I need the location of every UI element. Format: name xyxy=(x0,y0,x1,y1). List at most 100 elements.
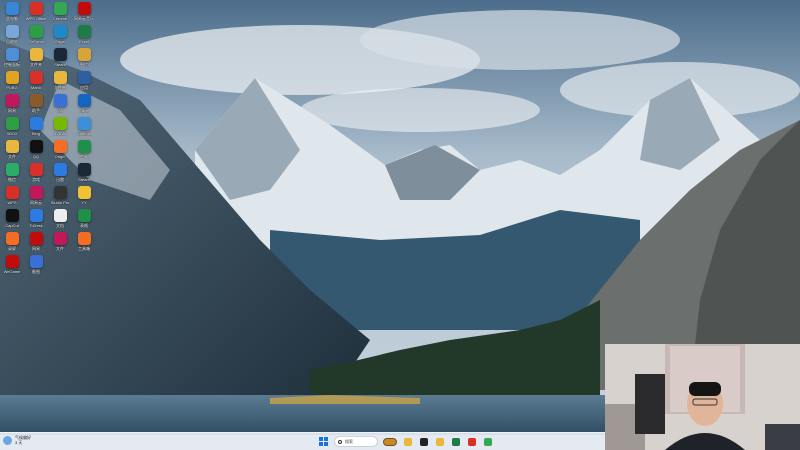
desktop-icon[interactable]: 微信 xyxy=(0,163,24,186)
desktop-icon[interactable]: Steam xyxy=(72,163,96,186)
desktop-icon[interactable]: Origin xyxy=(48,140,72,163)
desktop-icon-label: 迅雷 xyxy=(56,177,64,182)
taskbar-app[interactable] xyxy=(450,436,461,447)
wps-icon xyxy=(467,437,476,446)
search-icon xyxy=(338,439,342,444)
desktop-icon[interactable]: 游戏 xyxy=(24,163,48,186)
desktop-icon[interactable]: Steam xyxy=(48,48,72,71)
desktop-icon-label: EA xyxy=(57,108,63,113)
desktop-icon-label: Steam xyxy=(54,62,66,67)
desktop-icon[interactable]: GeForce xyxy=(24,25,48,48)
desktop-icon[interactable]: 助手 xyxy=(24,94,48,117)
desktop-icon[interactable]: 应用 xyxy=(72,71,96,94)
studio-icon xyxy=(53,186,67,199)
widgets-pill-icon[interactable] xyxy=(383,437,397,446)
desktop-icon[interactable]: NVIDIA xyxy=(48,117,72,140)
desktop-icon[interactable]: YY xyxy=(72,186,96,209)
todesk-icon xyxy=(29,209,43,222)
desktop-icon[interactable]: 此电脑 xyxy=(0,2,24,25)
android-icon xyxy=(77,117,91,130)
desktop-icon-label: 应用 xyxy=(80,85,88,90)
desktop-icon[interactable]: PUBG xyxy=(0,71,24,94)
folder-icon xyxy=(435,437,444,446)
desktop-icon[interactable]: WPS xyxy=(0,186,24,209)
desktop-icon-label: ToDesk xyxy=(29,223,43,228)
desktop-icon-label: 录屏 xyxy=(8,246,16,251)
document-icon xyxy=(53,209,67,222)
taskbar-app[interactable] xyxy=(402,436,413,447)
taskbar-app[interactable] xyxy=(482,436,493,447)
image-icon xyxy=(77,48,91,61)
desktop-icon-label: 网易 xyxy=(32,246,40,251)
taskbar-app[interactable] xyxy=(434,436,445,447)
desktop-icon[interactable]: 控制面板 xyxy=(0,48,24,71)
desktop-icon[interactable]: 网易云 xyxy=(24,186,48,209)
desktop-icon[interactable]: Mario xyxy=(24,71,48,94)
sheet-icon xyxy=(77,209,91,222)
desktop-icon[interactable]: 文件夹 xyxy=(24,48,48,71)
desktop-icon[interactable]: XBOX xyxy=(0,117,24,140)
desktop-icon-label: 文档 xyxy=(56,223,64,228)
desktop-icon-label: 微信 xyxy=(8,177,16,182)
desktop-icon[interactable]: ToDesk xyxy=(24,209,48,232)
desktop-icon[interactable]: 回收站 xyxy=(0,25,24,48)
geforce-icon xyxy=(29,25,43,38)
desktop-icon-label: 表格 xyxy=(80,223,88,228)
desktop-icon[interactable]: Edge xyxy=(72,94,96,117)
desktop-icon-label: QQ xyxy=(32,154,40,159)
desktop-icon[interactable]: 迅雷 xyxy=(48,163,72,186)
chrome-icon xyxy=(53,2,67,15)
desktop-icon[interactable]: 网易 xyxy=(0,94,24,117)
assistant-icon xyxy=(29,94,43,107)
desktop-icon[interactable]: Chrome xyxy=(48,2,72,25)
desktop-icon[interactable]: 截图 xyxy=(24,255,48,278)
desktop-icon[interactable]: CapCut xyxy=(0,209,24,232)
desktop-icon-label: 此电脑 xyxy=(6,16,18,21)
desktop-icon[interactable]: QQ xyxy=(24,140,48,163)
desktop-icon[interactable]: WeGame xyxy=(0,255,24,278)
desktop-icon[interactable]: 文件 xyxy=(48,232,72,255)
desktop-icon[interactable]: 工具 xyxy=(72,140,96,163)
desktop-icon[interactable]: EA xyxy=(48,94,72,117)
desktop-icon[interactable]: Edge xyxy=(48,25,72,48)
desktop-icon[interactable]: Android xyxy=(72,117,96,140)
desktop-icon[interactable]: 工具箱 xyxy=(72,232,96,255)
desktop-icon-label: 网易云 xyxy=(30,200,42,205)
desktop-icon[interactable]: 表格 xyxy=(72,209,96,232)
taskbar-app[interactable] xyxy=(466,436,477,447)
taskbar-center: 搜索 xyxy=(318,436,493,447)
desktop-icon[interactable]: Excel xyxy=(72,25,96,48)
folder-icon xyxy=(5,140,19,153)
bing-icon xyxy=(29,117,43,130)
excel-icon xyxy=(451,437,460,446)
desktop-icon[interactable]: 文件夹 xyxy=(48,71,72,94)
webcam-feed xyxy=(605,344,800,450)
game-icon xyxy=(29,163,43,176)
app-icon xyxy=(77,71,91,84)
desktop-icon-label: YY xyxy=(81,200,87,205)
tool-icon xyxy=(77,140,91,153)
taskbar-app[interactable] xyxy=(418,436,429,447)
desktop-icon[interactable]: 图片 xyxy=(72,48,96,71)
taskbar-search[interactable]: 搜索 xyxy=(334,436,378,447)
control-panel-icon xyxy=(5,48,19,61)
desktop-icon-label: 助手 xyxy=(32,108,40,113)
start-button[interactable] xyxy=(318,436,329,447)
desktop-icon-label: 网易云音乐 xyxy=(74,16,94,21)
desktop-icon[interactable]: 网易 xyxy=(24,232,48,255)
desktop-icon[interactable]: Studio Pro xyxy=(48,186,72,209)
music-icon xyxy=(29,186,43,199)
desktop-icon[interactable]: 网易云音乐 xyxy=(72,2,96,25)
desktop-icon-label: 文件夹 xyxy=(54,85,66,90)
weather-widget[interactable]: 气候偏好 3 天 xyxy=(3,435,31,445)
desktop-icon[interactable]: 文档 xyxy=(48,209,72,232)
desktop-icon[interactable]: 文件 xyxy=(0,140,24,163)
desktop-icon-label: 游戏 xyxy=(32,177,40,182)
desktop-icon[interactable]: Bing xyxy=(24,117,48,140)
recorder-icon xyxy=(5,232,19,245)
desktop-icon[interactable]: WPS Office xyxy=(24,2,48,25)
desktop-icon[interactable]: 录屏 xyxy=(0,232,24,255)
desktop-icon-label: WPS Office xyxy=(25,16,47,21)
mario-icon xyxy=(29,71,43,84)
toolbox-icon xyxy=(77,232,91,245)
